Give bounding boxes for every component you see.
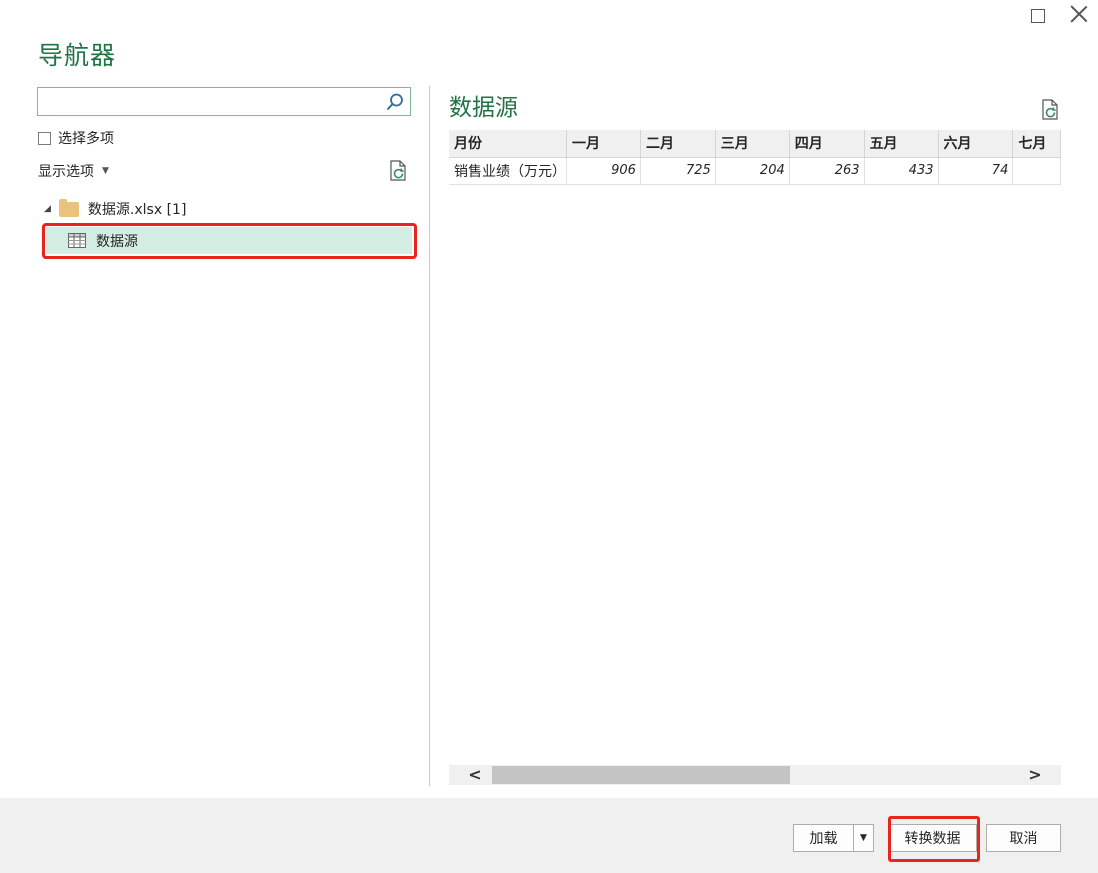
- dialog-title: 导航器: [38, 41, 117, 70]
- refresh-icon[interactable]: [1040, 99, 1060, 121]
- table-cell: 263: [789, 157, 865, 185]
- scroll-right-icon[interactable]: >: [1025, 765, 1045, 785]
- column-header[interactable]: 五月: [864, 130, 939, 158]
- load-button[interactable]: 加载 ▼: [793, 824, 874, 852]
- refresh-icon[interactable]: [388, 160, 408, 182]
- select-multiple-checkbox[interactable]: [38, 131, 51, 145]
- table-cell: 销售业绩（万元）: [449, 157, 567, 185]
- table-cell: 906: [566, 157, 641, 185]
- table-header-row: 月份 一月 二月 三月 四月 五月 六月 七月: [449, 130, 1061, 158]
- column-header[interactable]: 三月: [715, 130, 790, 158]
- maximize-icon[interactable]: [1031, 9, 1045, 23]
- column-header[interactable]: 一月: [566, 130, 641, 158]
- preview-table: 月份 一月 二月 三月 四月 五月 六月 七月 销售业绩（万元） 906 725…: [449, 130, 1061, 186]
- horizontal-scrollbar[interactable]: < >: [449, 765, 1061, 785]
- folder-icon: [58, 198, 79, 217]
- dropdown-caret-icon[interactable]: ▼: [853, 825, 873, 851]
- close-icon[interactable]: [1070, 5, 1088, 23]
- select-multiple[interactable]: 选择多项: [38, 128, 114, 148]
- load-button-label: 加载: [809, 831, 838, 847]
- table-row: 销售业绩（万元） 906 725 204 263 433 74: [449, 157, 1061, 185]
- dropdown-caret-icon: ▼: [102, 166, 109, 176]
- table-cell: 204: [715, 157, 790, 185]
- table-cell: 74: [938, 157, 1014, 185]
- column-header[interactable]: 七月: [1012, 130, 1061, 158]
- search-input[interactable]: [37, 87, 411, 116]
- pane-divider[interactable]: [429, 86, 430, 786]
- column-header[interactable]: 月份: [449, 130, 567, 158]
- cancel-button[interactable]: 取消: [986, 824, 1061, 852]
- file-label: 数据源.xlsx [1]: [87, 202, 187, 218]
- table-cell: 433: [864, 157, 939, 185]
- table-cell: [1012, 157, 1061, 185]
- collapse-icon[interactable]: ◢: [44, 204, 51, 214]
- tree-file-node[interactable]: ◢ 数据源.xlsx [1]: [44, 198, 187, 219]
- scrollbar-thumb[interactable]: [492, 766, 790, 784]
- display-options-label: 显示选项: [38, 164, 94, 180]
- annotation-highlight: [888, 816, 980, 862]
- navigator-dialog: 导航器 选择多项 显示选项 ▼ ◢ 数据源.xlsx [1] 数据源 数据源 月…: [0, 0, 1098, 873]
- preview-title: 数据源: [449, 95, 518, 121]
- search-icon[interactable]: [385, 92, 405, 112]
- scroll-left-icon[interactable]: <: [465, 765, 485, 785]
- column-header[interactable]: 二月: [640, 130, 716, 158]
- select-multiple-label: 选择多项: [58, 131, 114, 147]
- table-cell: 725: [640, 157, 716, 185]
- annotation-highlight: [42, 223, 417, 259]
- column-header[interactable]: 四月: [789, 130, 865, 158]
- column-header[interactable]: 六月: [938, 130, 1014, 158]
- display-options-dropdown[interactable]: 显示选项 ▼: [38, 161, 109, 181]
